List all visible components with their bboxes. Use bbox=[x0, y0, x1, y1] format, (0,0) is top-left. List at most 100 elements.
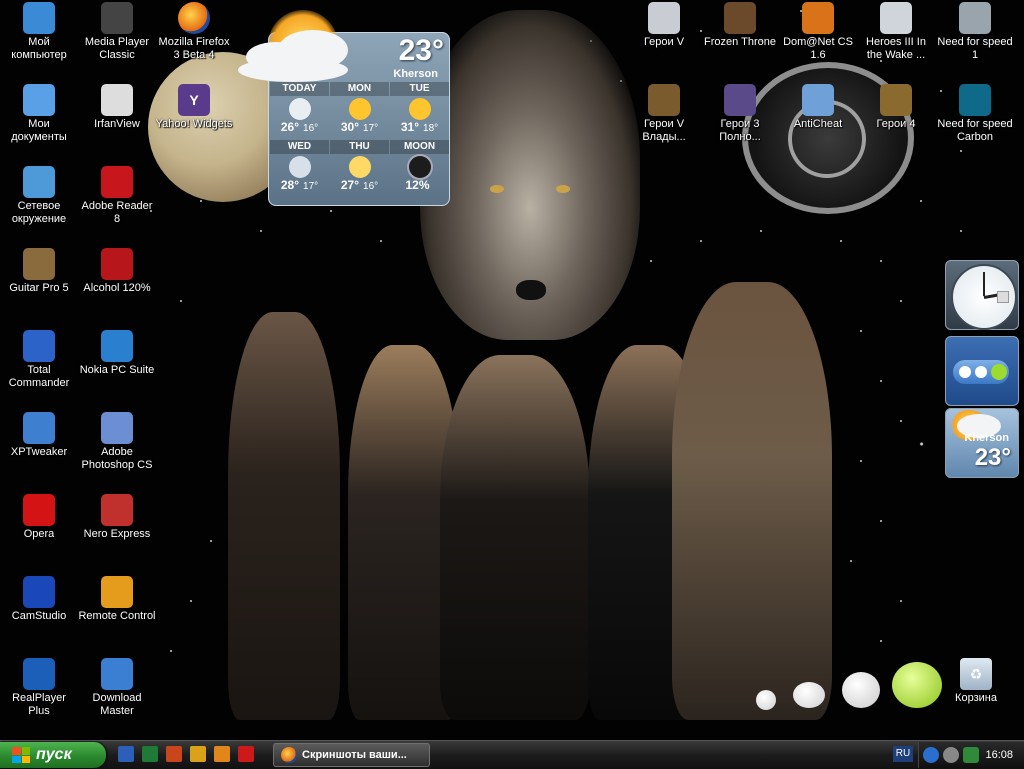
desktop-icon-media-player-classic[interactable]: Media Player Classic bbox=[78, 2, 156, 62]
sunny-icon bbox=[408, 98, 431, 120]
star bbox=[860, 460, 862, 462]
moon-phase-icon bbox=[408, 156, 431, 178]
half-life-icon bbox=[802, 2, 834, 34]
desktop-icon-xptweaker[interactable]: XPTweaker bbox=[0, 412, 78, 459]
desktop-icon-label: Nokia PC Suite bbox=[79, 364, 155, 376]
nfs-carbon-icon bbox=[959, 84, 991, 116]
desktop-icon-my-documents[interactable]: Мои документы bbox=[0, 84, 78, 144]
desktop-icon-heroes-v[interactable]: Герои V bbox=[625, 2, 703, 49]
gadget-weather-temp: 23° bbox=[974, 444, 1011, 471]
desktop-icon-label: Need for speed 1 bbox=[937, 36, 1013, 61]
desktop-icon-my-computer[interactable]: Мой компьютер bbox=[0, 2, 78, 62]
forecast-high: 31° bbox=[400, 120, 420, 134]
desktop-icon-label: Сетевое окружение bbox=[11, 200, 67, 225]
star bbox=[850, 560, 852, 562]
taskbar-clock[interactable]: 16:08 bbox=[985, 749, 1013, 761]
desktop-icon-label: Герои V bbox=[643, 36, 685, 48]
star bbox=[330, 210, 332, 212]
desktop-icon-camstudio[interactable]: CamStudio bbox=[0, 576, 78, 623]
realplayer-icon bbox=[23, 658, 55, 690]
clock-minute-hand bbox=[983, 272, 985, 296]
weather-widget[interactable]: 23° Kherson TODAY 26° 16° MON 30° 17° TUE 31° 18… bbox=[238, 10, 450, 206]
forecast-high: 27° bbox=[340, 178, 360, 192]
taskbar-button-firefox[interactable]: Скриншоты ваши... bbox=[273, 743, 430, 767]
desktop-icon-half-life[interactable]: Dom@Net CS 1.6 bbox=[779, 2, 857, 62]
taskbar-button-label: Скриншоты ваши... bbox=[302, 749, 407, 761]
heroes-v-icon bbox=[648, 2, 680, 34]
tray-app-icon[interactable] bbox=[963, 747, 979, 763]
desktop-icon-opera[interactable]: Opera bbox=[0, 494, 78, 541]
desktop-icon-heroes-iii[interactable]: Heroes III In the Wake ... bbox=[857, 2, 935, 62]
nfs1-icon bbox=[959, 2, 991, 34]
desktop-icon-label: Total Commander bbox=[8, 364, 70, 389]
powerpoint-icon[interactable] bbox=[166, 746, 182, 762]
desktop-icon-label: Мой компьютер bbox=[11, 36, 67, 61]
desktop-icon-nero-express[interactable]: Nero Express bbox=[78, 494, 156, 541]
slideshow-gadget[interactable] bbox=[945, 336, 1019, 406]
desktop-icon-remote-control[interactable]: Remote Control bbox=[78, 576, 156, 623]
desktop-icon-nfs1[interactable]: Need for speed 1 bbox=[936, 2, 1014, 62]
volume-tray-icon[interactable] bbox=[943, 747, 959, 763]
taskbar: пуск Скриншоты ваши... RU 16:08 bbox=[0, 740, 1024, 769]
star bbox=[840, 240, 842, 242]
forecast-day-label: TODAY bbox=[270, 82, 329, 96]
network-icon bbox=[23, 166, 55, 198]
forecast-low: 17° bbox=[363, 123, 379, 134]
system-tray: 16:08 bbox=[918, 742, 1024, 768]
forecast-day: MOON 12% bbox=[390, 140, 449, 198]
desktop-icon-label: Герои 3 Полно... bbox=[719, 118, 761, 143]
nero-express-icon bbox=[101, 494, 133, 526]
xptweaker-icon bbox=[23, 412, 55, 444]
desktop-icon-label: IrfanView bbox=[94, 118, 140, 130]
desktop-icon-realplayer[interactable]: RealPlayer Plus bbox=[0, 658, 78, 718]
desktop-icon-nokia-pc-suite[interactable]: Nokia PC Suite bbox=[78, 330, 156, 377]
language-indicator[interactable]: RU bbox=[893, 746, 913, 762]
desktop-icon-label: Need for speed Carbon bbox=[937, 118, 1013, 143]
desktop-icon-yahoo-widgets[interactable]: Y Yahoo! Widgets bbox=[155, 84, 233, 131]
firefox-icon bbox=[178, 2, 210, 34]
word-icon[interactable] bbox=[118, 746, 134, 762]
desktop-icon-anticheat[interactable]: AntiCheat bbox=[779, 84, 857, 131]
desktop-icon-alcohol[interactable]: Alcohol 120% bbox=[78, 248, 156, 295]
star bbox=[900, 420, 902, 422]
desktop-icon-label: Герои V Влады... bbox=[642, 118, 686, 143]
desktop-icon-heroes-4[interactable]: Герои 4 bbox=[857, 84, 935, 131]
desktop-icon-recycle-bin[interactable]: ♻ Корзина bbox=[937, 658, 1015, 705]
desktop-icon-label: Корзина bbox=[955, 692, 997, 704]
desktop-icon-firefox[interactable]: Mozilla Firefox 3 Beta 4 bbox=[155, 2, 233, 62]
excel-icon[interactable] bbox=[142, 746, 158, 762]
desktop-icon-network[interactable]: Сетевое окружение bbox=[0, 166, 78, 226]
desktop-icon-nfs-carbon[interactable]: Need for speed Carbon bbox=[936, 84, 1014, 144]
clock-gadget[interactable] bbox=[945, 260, 1019, 330]
star bbox=[210, 540, 212, 542]
windows-logo-icon bbox=[12, 747, 30, 763]
nokia-pc-suite-icon bbox=[101, 330, 133, 362]
star bbox=[920, 200, 922, 202]
desktop-icon-label: Мои документы bbox=[11, 118, 67, 143]
decor-bubble bbox=[793, 682, 825, 708]
partly-sunny-icon bbox=[348, 156, 371, 178]
media-player-classic-icon bbox=[101, 2, 133, 34]
anticheat-icon bbox=[802, 84, 834, 116]
start-button[interactable]: пуск bbox=[0, 742, 106, 768]
desktop-icon-guitar-pro[interactable]: Guitar Pro 5 bbox=[0, 248, 78, 295]
desktop-icon-frozen-throne[interactable]: Frozen Throne bbox=[701, 2, 779, 49]
desktop-icon-heroes-v-lords[interactable]: Герои V Влады... bbox=[625, 84, 703, 144]
desktop-icon-heroes-3-complete[interactable]: Герои 3 Полно... bbox=[701, 84, 779, 144]
media-icon[interactable] bbox=[190, 746, 206, 762]
desktop-icon-photoshop[interactable]: Adobe Photoshop CS bbox=[78, 412, 156, 472]
cloud-icon bbox=[238, 58, 348, 82]
desktop-icon-label: Adobe Photoshop CS bbox=[81, 446, 153, 471]
weather-gadget[interactable]: Kherson 23° bbox=[945, 408, 1019, 478]
network-tray-icon[interactable] bbox=[923, 747, 939, 763]
desktop-icon-download-master[interactable]: Download Master bbox=[78, 658, 156, 718]
flash-icon[interactable] bbox=[214, 746, 230, 762]
opera-quick-icon[interactable] bbox=[238, 746, 254, 762]
desktop-icon-total-commander[interactable]: Total Commander bbox=[0, 330, 78, 390]
star bbox=[900, 300, 902, 302]
sunny-icon bbox=[348, 98, 371, 120]
desktop-icon-adobe-reader[interactable]: Adobe Reader 8 bbox=[78, 166, 156, 226]
desktop-icon-irfanview[interactable]: IrfanView bbox=[78, 84, 156, 131]
desktop-icon-label: Media Player Classic bbox=[84, 36, 150, 61]
desktop-icon-label: Remote Control bbox=[78, 610, 156, 622]
